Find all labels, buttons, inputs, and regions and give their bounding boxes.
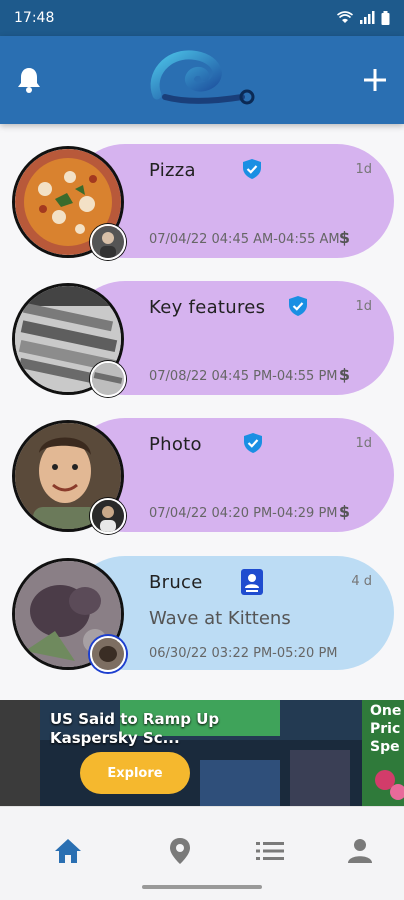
event-subtitle: Wave at Kittens [149,608,291,629]
verified-shield-icon [244,433,262,453]
verified-shield-icon [289,296,307,316]
event-age: 1d [355,162,372,177]
explore-button[interactable]: Explore [80,752,190,794]
app-logo [147,45,257,115]
wave-logo [150,50,255,105]
event-title: Photo [149,434,202,455]
host-avatar [90,498,126,534]
battery-icon [381,11,390,25]
event-time: 07/08/22 04:45 PM-04:55 PM [149,369,338,384]
nav-profile[interactable] [340,831,380,871]
event-title: Pizza [149,160,196,181]
profile-icon [348,839,372,863]
event-card[interactable]: Key features 1d 07/08/22 04:45 PM-04:55 … [12,281,394,397]
event-card[interactable]: Bruce 4 d Wave at Kittens 06/30/22 03:22… [12,556,394,672]
contact-badge-icon [241,569,263,595]
plus-icon [364,69,386,91]
price-icon: $ [338,502,350,521]
event-age: 1d [355,299,372,314]
location-pin-icon [170,838,190,864]
nav-location[interactable] [160,831,200,871]
list-icon [256,842,284,860]
status-icons [337,11,390,25]
notifications-button[interactable] [14,65,44,95]
promo-side-text: One Pric Spe [370,703,402,755]
host-avatar [90,361,126,397]
event-time: 06/30/22 03:22 PM-05:20 PM [149,646,338,661]
bell-icon [18,68,40,93]
promo-headline: US Said to Ramp Up Kaspersky Sc... [50,710,220,747]
price-icon: $ [338,365,350,384]
price-icon: $ [338,228,350,247]
status-time: 17:48 [14,10,55,26]
event-title: Bruce [149,572,203,593]
host-avatar [90,224,126,260]
home-icon [55,839,81,863]
add-button[interactable] [360,65,390,95]
promo-banner[interactable]: US Said to Ramp Up Kaspersky Sc... One P… [0,700,404,806]
event-age: 4 d [351,574,372,589]
event-age: 1d [355,436,372,451]
wifi-icon [337,11,353,23]
home-indicator[interactable] [142,885,262,889]
event-card[interactable]: Photo 1d 07/04/22 04:20 PM-04:29 PM $ [12,418,394,534]
event-time: 07/04/22 04:45 AM-04:55 AM [149,232,340,247]
verified-shield-icon [243,159,261,179]
nav-list[interactable] [250,831,290,871]
signal-icon [360,11,375,24]
nav-home[interactable] [48,831,88,871]
host-avatar [90,636,126,672]
event-card[interactable]: Pizza 1d 07/04/22 04:45 AM-04:55 AM $ [12,144,394,260]
status-bar: 17:48 [0,0,404,36]
app-bar [0,36,404,124]
event-title: Key features [149,297,266,318]
event-time: 07/04/22 04:20 PM-04:29 PM [149,506,338,521]
